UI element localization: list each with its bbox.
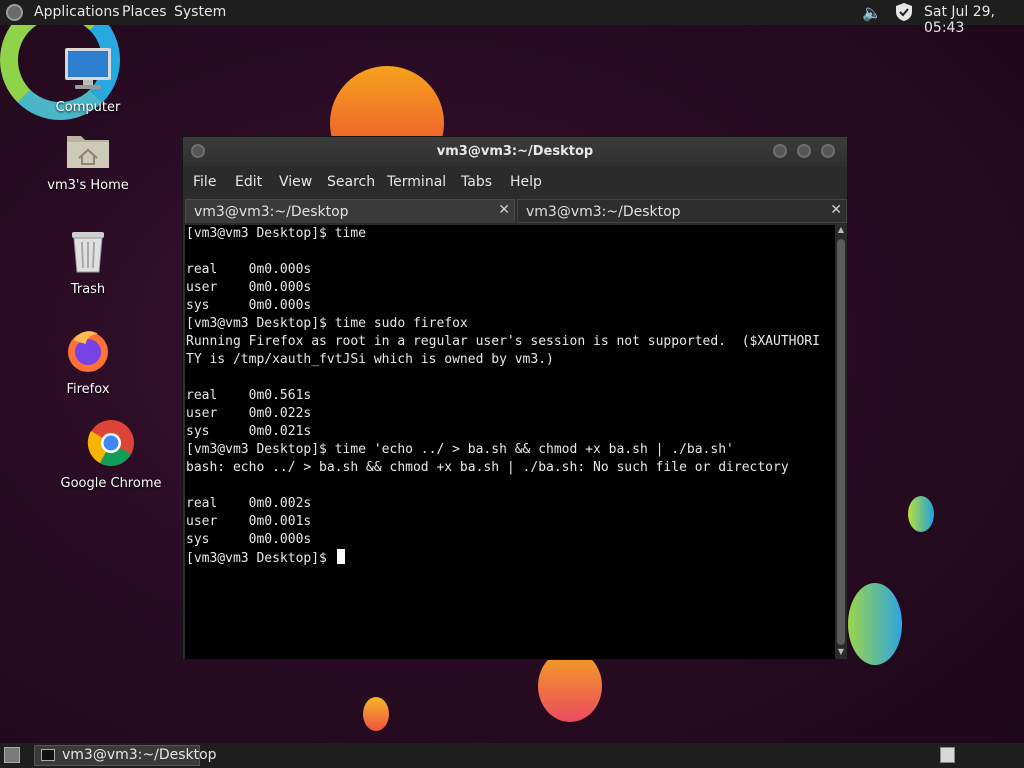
scroll-up-icon[interactable]: ▲ xyxy=(835,225,847,237)
firefox-icon xyxy=(68,331,108,372)
tab-label: vm3@vm3:~/Desktop xyxy=(194,204,349,220)
terminal-line: Running Firefox as root in a regular use… xyxy=(186,334,820,349)
terminal-line: user 0m0.001s xyxy=(186,514,312,529)
terminal-line: real 0m0.002s xyxy=(186,496,312,511)
taskbar-label: vm3@vm3:~/Desktop xyxy=(62,747,217,763)
volume-icon[interactable]: 🔈 xyxy=(862,3,882,22)
desktop-icon-label: Firefox xyxy=(66,382,110,397)
terminal-tab-2[interactable]: vm3@vm3:~/Desktop ✕ xyxy=(517,199,847,223)
top-panel: Applications Places System 🔈 Sat Jul 29,… xyxy=(0,0,1024,36)
menu-search[interactable]: Search xyxy=(327,174,375,190)
close-tab-icon[interactable]: ✕ xyxy=(498,202,510,218)
workspace-switcher[interactable] xyxy=(940,747,955,763)
terminal-line: real 0m0.561s xyxy=(186,388,312,403)
terminal-line: [vm3@vm3 Desktop]$ time 'echo ../ > ba.s… xyxy=(186,442,734,457)
taskbar-terminal-item[interactable]: vm3@vm3:~/Desktop xyxy=(34,745,217,766)
system-menu[interactable]: System xyxy=(174,4,226,20)
terminal-line: sys 0m0.021s xyxy=(186,424,312,439)
terminal-output[interactable]: [vm3@vm3 Desktop]$ time real 0m0.000s user… xyxy=(185,225,835,659)
terminal-line: real 0m0.000s xyxy=(186,262,312,277)
menu-terminal[interactable]: Terminal xyxy=(387,174,446,190)
trash-icon xyxy=(72,232,104,273)
applications-menu[interactable]: Applications xyxy=(34,4,120,20)
terminal-window: vm3@vm3:~/Desktop File Edit View Search … xyxy=(182,136,848,660)
wallpaper-shape xyxy=(848,583,902,665)
terminal-line: [vm3@vm3 Desktop]$ time sudo firefox xyxy=(186,316,468,331)
system-logo-icon[interactable] xyxy=(6,4,23,21)
wallpaper-shape xyxy=(363,697,389,731)
window-titlebar[interactable]: vm3@vm3:~/Desktop xyxy=(183,137,847,167)
desktop-icon-chrome[interactable]: Google Chrome xyxy=(56,418,166,491)
terminal-line: [vm3@vm3 Desktop]$ time xyxy=(186,226,367,241)
menu-tabs[interactable]: Tabs xyxy=(461,174,492,190)
terminal-icon xyxy=(41,749,55,761)
bottom-panel: vm3@vm3:~/Desktop xyxy=(0,743,1024,768)
desktop-icon-computer[interactable]: Computer xyxy=(38,46,138,115)
terminal-line: user 0m0.000s xyxy=(186,280,312,295)
wallpaper-shape xyxy=(538,650,602,722)
show-desktop-button[interactable] xyxy=(4,747,20,763)
desktop-icon-label: Google Chrome xyxy=(60,476,162,491)
terminal-lines: [vm3@vm3 Desktop]$ time real 0m0.000s user… xyxy=(185,225,835,567)
desktop-icon-trash[interactable]: Trash xyxy=(38,228,138,297)
terminal-line: sys 0m0.000s xyxy=(186,298,312,313)
terminal-line: TY is /tmp/xauth_fvtJSi which is owned b… xyxy=(186,352,554,367)
computer-icon xyxy=(65,48,111,89)
maximize-button[interactable] xyxy=(797,144,811,158)
close-tab-icon[interactable]: ✕ xyxy=(830,202,842,218)
scrollbar-thumb[interactable] xyxy=(837,239,845,645)
desktop-icon-firefox[interactable]: Firefox xyxy=(38,326,138,397)
chrome-icon xyxy=(87,420,134,466)
tab-bar: vm3@vm3:~/Desktop ✕ vm3@vm3:~/Desktop ✕ xyxy=(183,197,847,225)
desktop-icon-label: Computer xyxy=(55,100,121,115)
menu-help[interactable]: Help xyxy=(510,174,542,190)
scroll-down-icon[interactable]: ▼ xyxy=(835,647,847,659)
terminal-line: bash: echo ../ > ba.sh && chmod +x ba.sh… xyxy=(186,460,789,475)
terminal-prompt-line: [vm3@vm3 Desktop]$ xyxy=(186,549,835,567)
terminal-prompt: [vm3@vm3 Desktop]$ xyxy=(186,551,335,566)
desktop-icon-label: Trash xyxy=(70,282,106,297)
desktop-icon-home[interactable]: vm3's Home xyxy=(38,130,138,193)
terminal-line: user 0m0.022s xyxy=(186,406,312,421)
terminal-scrollbar[interactable]: ▲ ▼ xyxy=(835,225,847,659)
terminal-cursor xyxy=(336,549,345,564)
wallpaper-shape xyxy=(908,496,934,532)
minimize-button[interactable] xyxy=(773,144,787,158)
window-title: vm3@vm3:~/Desktop xyxy=(436,144,594,159)
menu-file[interactable]: File xyxy=(193,174,216,190)
tab-label: vm3@vm3:~/Desktop xyxy=(526,204,681,220)
menu-edit[interactable]: Edit xyxy=(235,174,262,190)
shield-icon[interactable] xyxy=(894,2,914,26)
terminal-tab-1[interactable]: vm3@vm3:~/Desktop ✕ xyxy=(185,199,515,223)
close-window-button[interactable] xyxy=(821,144,835,158)
menu-view[interactable]: View xyxy=(279,174,312,190)
terminal-menubar: File Edit View Search Terminal Tabs Help xyxy=(183,167,847,197)
places-menu[interactable]: Places xyxy=(122,4,167,20)
terminal-line: sys 0m0.000s xyxy=(186,532,312,547)
clock[interactable]: Sat Jul 29, 05:43 xyxy=(924,4,1024,36)
desktop-icon-label: vm3's Home xyxy=(47,178,129,193)
home-folder-icon xyxy=(67,136,109,168)
